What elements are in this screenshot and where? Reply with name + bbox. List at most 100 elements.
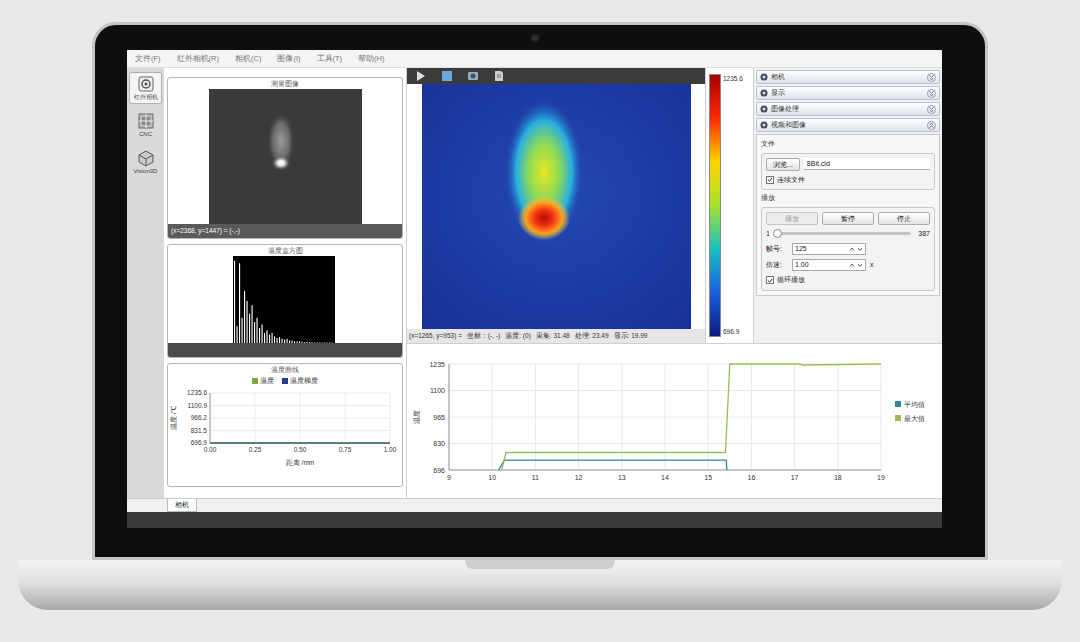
spin-arrows-icon: [849, 262, 863, 268]
spin-box[interactable]: 125: [792, 243, 866, 255]
tick-label: 1.00: [384, 446, 397, 453]
panel-title: 温度曲线: [168, 364, 402, 375]
cursor-reading: (x=1265, y=953) =: [409, 331, 462, 341]
screen: 文件(F) 红外相机(R) 相机(C) 图像(I) 工具(T) 帮助(H) 红外相机 CNC…: [127, 50, 942, 528]
legend-label: 温度梯度: [290, 376, 318, 386]
frame-slider[interactable]: [777, 232, 911, 235]
playback-button[interactable]: 暂停: [822, 212, 874, 225]
webcam-icon: [530, 33, 540, 43]
legend-swatch: [282, 378, 288, 384]
spin-value: 1.00: [795, 260, 847, 271]
section-icon: [760, 73, 768, 81]
viewer-toolbar: [407, 68, 705, 84]
slider-min: 1: [766, 229, 770, 240]
spin-row: 帧号:125: [766, 243, 930, 255]
tick-label: 0.75: [339, 446, 352, 453]
measure-image-area: [168, 89, 402, 224]
menu-item[interactable]: 红外相机(R): [177, 53, 219, 64]
cube-icon: [137, 149, 155, 167]
color-bar: 1235.6696.9: [705, 68, 754, 343]
chevron-icon: [927, 121, 936, 130]
measure-image-panel: 测量图像 (x=2368, y=1447) = (-,-): [167, 77, 403, 239]
field-label: 倍速:: [766, 260, 788, 271]
spin-arrows-icon: [849, 246, 863, 252]
checkbox-row[interactable]: 连续文件: [766, 175, 930, 186]
measurement-image: [209, 89, 362, 224]
mode-button[interactable]: CNC: [129, 109, 162, 141]
legend-swatch: [895, 401, 901, 407]
histogram-bar: [234, 261, 235, 343]
histogram-bar: [249, 314, 250, 343]
tick-label: 14: [661, 474, 669, 481]
spin-box[interactable]: 1.00: [792, 259, 866, 271]
tick-label: 966.2: [191, 414, 208, 421]
tick-label: 13: [618, 474, 626, 481]
section-title: 相机: [771, 72, 924, 83]
tick-label: 18: [834, 474, 842, 481]
status-item: 采集: 31.48: [536, 331, 570, 341]
main-area: 红外相机 CNC Vision3D 测量图像 (x=2368, y=1447) = (…: [127, 68, 942, 498]
section-header[interactable]: 相机: [756, 70, 940, 84]
slider-thumb[interactable]: [773, 229, 782, 238]
series-line: [499, 460, 727, 470]
section-header[interactable]: 显示: [756, 86, 940, 100]
left-panel: 测量图像(x=2368, y=1447) = (-,-)温度直方图温度曲线温度温…: [164, 68, 407, 498]
menu-item[interactable]: 相机(C): [235, 53, 261, 64]
section-header[interactable]: 视频和图像: [756, 118, 940, 132]
tick-label: 965: [433, 414, 445, 421]
axis-label: 距离 /mm: [286, 459, 314, 466]
viewer-tool-button[interactable]: [467, 70, 479, 82]
curve-legend: 温度 温度梯度: [168, 375, 402, 387]
mode-button[interactable]: 红外相机: [129, 72, 162, 104]
checkbox-label: 循环播放: [777, 275, 805, 286]
playback-button[interactable]: 停止: [878, 212, 930, 225]
legend-label: 温度: [260, 376, 274, 386]
chevron-icon: [927, 89, 936, 98]
legend-label: 最大值: [904, 415, 925, 422]
group-title: 播放: [761, 193, 935, 204]
menu-item[interactable]: 工具(T): [317, 53, 343, 64]
tick-label: 1100.9: [188, 402, 208, 409]
browse-button[interactable]: 浏览...: [766, 158, 800, 171]
histogram-bar: [237, 326, 238, 343]
menu-item[interactable]: 帮助(H): [358, 53, 384, 64]
menu-item[interactable]: 文件(F): [135, 53, 161, 64]
checkbox[interactable]: [766, 276, 774, 284]
section-header[interactable]: 图像处理: [756, 102, 940, 116]
viewer-tool-button[interactable]: [415, 70, 427, 82]
status-item: 显示: 19.99: [614, 331, 648, 341]
screen-bottom-strip: [127, 512, 942, 528]
legend-label: 平均值: [904, 401, 925, 408]
checkbox[interactable]: [766, 176, 774, 184]
legend-swatch: [252, 378, 258, 384]
viewer-tool-button[interactable]: [493, 70, 505, 82]
color-scale: [709, 74, 721, 337]
mode-button[interactable]: Vision3D: [129, 146, 162, 178]
frame-slider-row: 1387: [766, 229, 930, 240]
tick-label: 12: [575, 474, 583, 481]
playback-button[interactable]: 播放: [766, 212, 818, 225]
tick-label: 9: [447, 474, 451, 481]
section-title: 显示: [771, 88, 924, 99]
panel-title: 测量图像: [168, 78, 402, 89]
section-title: 图像处理: [771, 104, 924, 115]
file-name-field[interactable]: 8Bit.cld: [804, 158, 930, 170]
tick-label: 0.25: [249, 446, 262, 453]
menu-item[interactable]: 图像(I): [277, 53, 300, 64]
measure-coords-bar: (x=2368, y=1447) = (-,-): [168, 224, 402, 238]
status-item: 坐标：(-, -): [467, 331, 500, 341]
laptop-base: [18, 560, 1062, 610]
legend-swatch: [895, 415, 901, 421]
viewer-tool-button[interactable]: [441, 70, 453, 82]
checkbox-row[interactable]: 循环播放: [766, 275, 930, 286]
mode-label: 红外相机: [134, 93, 158, 101]
legend-item: 温度: [252, 376, 274, 386]
tick-label: 0.50: [294, 446, 307, 453]
bottom-tab-bar: 相机: [127, 498, 942, 512]
laptop-lid: 文件(F) 红外相机(R) 相机(C) 图像(I) 工具(T) 帮助(H) 红外相机 CNC…: [92, 22, 988, 560]
stop-icon: [441, 70, 453, 82]
histogram-bar: [252, 305, 253, 343]
section-icon: [760, 89, 768, 97]
bottom-tab[interactable]: 相机: [167, 499, 197, 512]
histogram-bar: [239, 263, 240, 343]
